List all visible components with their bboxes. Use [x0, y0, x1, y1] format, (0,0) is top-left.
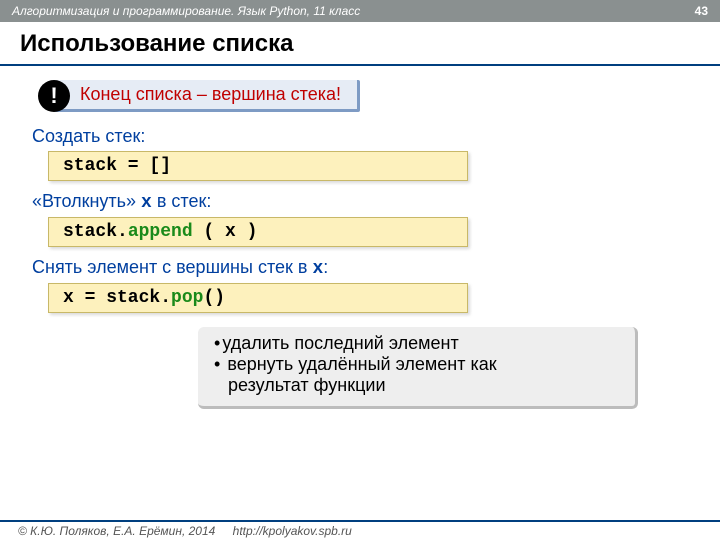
callout: ! Конец списка – вершина стека!	[38, 80, 398, 112]
footer: © К.Ю. Поляков, Е.А. Ерёмин, 2014 http:/…	[0, 520, 720, 540]
push-label: «Втолкнуть» x в стек:	[32, 191, 692, 213]
pop-label: Снять элемент с вершины стек в x:	[32, 257, 692, 279]
pop-code: x = stack.pop()	[48, 283, 468, 313]
page-title: Использование списка	[0, 22, 720, 66]
exclamation-icon: !	[38, 80, 70, 112]
course-title: Алгоритмизация и программирование. Язык …	[12, 0, 360, 22]
copyright: © К.Ю. Поляков, Е.А. Ерёмин, 2014	[18, 524, 215, 538]
callout-text: Конец списка – вершина стека!	[54, 80, 360, 112]
header-bar: Алгоритмизация и программирование. Язык …	[0, 0, 720, 22]
note-item-1: удалить последний элемент	[214, 333, 619, 354]
create-label: Создать стек:	[32, 126, 692, 147]
content-area: ! Конец списка – вершина стека! Создать …	[0, 66, 720, 409]
push-code: stack.append ( x )	[48, 217, 468, 247]
note-item-2: вернуть удалённый элемент как результат …	[214, 354, 619, 396]
page-number: 43	[695, 0, 708, 22]
footer-link[interactable]: http://kpolyakov.spb.ru	[233, 524, 352, 538]
note-box: удалить последний элемент вернуть удалён…	[198, 327, 638, 409]
create-code: stack = []	[48, 151, 468, 181]
